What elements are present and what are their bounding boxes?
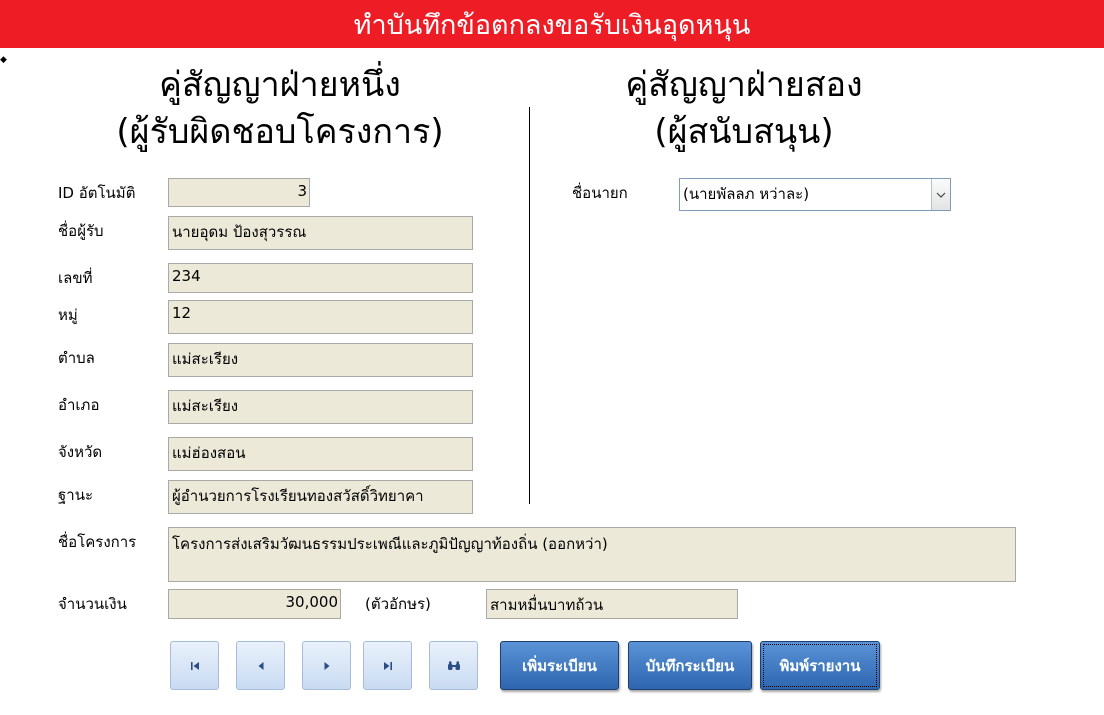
house-no-field[interactable]: 234: [168, 263, 473, 293]
last-record-icon: [383, 661, 392, 670]
village-label: หมู่: [58, 306, 78, 324]
house-no-label: เลขที่: [58, 269, 93, 287]
find-record-button[interactable]: [429, 641, 478, 690]
amount-text-label: (ตัวอักษร): [365, 595, 431, 613]
print-report-button[interactable]: พิมพ์รายงาน: [760, 641, 880, 690]
subdistrict-label: ตำบล: [58, 349, 95, 367]
amount-label: จำนวนเงิน: [58, 595, 127, 613]
add-record-button[interactable]: เพิ่มระเบียน: [500, 641, 619, 690]
mayor-dropdown-button[interactable]: [931, 179, 950, 210]
first-record-button[interactable]: [170, 641, 219, 690]
position-field[interactable]: ผู้อำนวยการโรงเรียนทองสวัสดิ์วิทยาคา: [168, 480, 473, 514]
project-name-label: ชื่อโครงการ: [58, 533, 137, 551]
party-two-heading-line2: (ผู้สนับสนุน): [654, 112, 834, 152]
previous-record-icon: [258, 661, 263, 670]
id-field[interactable]: 3: [168, 178, 310, 207]
project-name-field[interactable]: โครงการส่งเสริมวัฒนธรรมประเพณีและภูมิปัญ…: [168, 527, 1016, 582]
previous-record-button[interactable]: [236, 641, 285, 690]
recipient-name-field[interactable]: นายอุดม ป้องสุวรรณ: [168, 216, 473, 250]
last-record-button[interactable]: [363, 641, 412, 690]
chevron-down-icon: [936, 192, 946, 198]
district-label: อำเภอ: [58, 396, 100, 414]
mayor-label: ชื่อนายก: [572, 184, 628, 202]
column-divider: [529, 107, 530, 504]
district-field[interactable]: แม่สะเรียง: [168, 390, 473, 424]
next-record-icon: [324, 661, 329, 670]
form-title: ทำบันทึกข้อตกลงขอรับเงินอุดหนุน: [353, 9, 751, 41]
recipient-name-label: ชื่อผู้รับ: [58, 222, 104, 240]
province-field[interactable]: แม่ฮ่องสอน: [168, 437, 473, 471]
party-two-heading-line1: คู่สัญญาฝ่ายสอง: [625, 65, 863, 105]
party-one-heading-line2: (ผู้รับผิดชอบโครงการ): [116, 112, 444, 152]
next-record-button[interactable]: [302, 641, 351, 690]
save-record-button[interactable]: บันทึกระเบียน: [628, 641, 752, 690]
subdistrict-field[interactable]: แม่สะเรียง: [168, 343, 473, 377]
binoculars-icon: [447, 661, 460, 670]
party-one-heading-line1: คู่สัญญาฝ่ายหนึ่ง: [159, 65, 401, 105]
record-selector-marker: ◆: [0, 55, 7, 65]
mayor-combobox[interactable]: (นายพัลลภ หว่าละ): [679, 178, 951, 211]
village-field[interactable]: 12: [168, 300, 473, 334]
mayor-combobox-value: (นายพัลลภ หว่าละ): [683, 185, 810, 203]
form-title-bar: ทำบันทึกข้อตกลงขอรับเงินอุดหนุน: [0, 0, 1104, 48]
id-label: ID อัตโนมัติ: [58, 184, 136, 202]
position-label: ฐานะ: [58, 486, 94, 504]
amount-text-field[interactable]: สามหมื่นบาทถ้วน: [486, 589, 738, 619]
province-label: จังหวัด: [58, 443, 103, 461]
amount-field[interactable]: 30,000: [168, 589, 341, 619]
first-record-icon: [190, 661, 199, 670]
